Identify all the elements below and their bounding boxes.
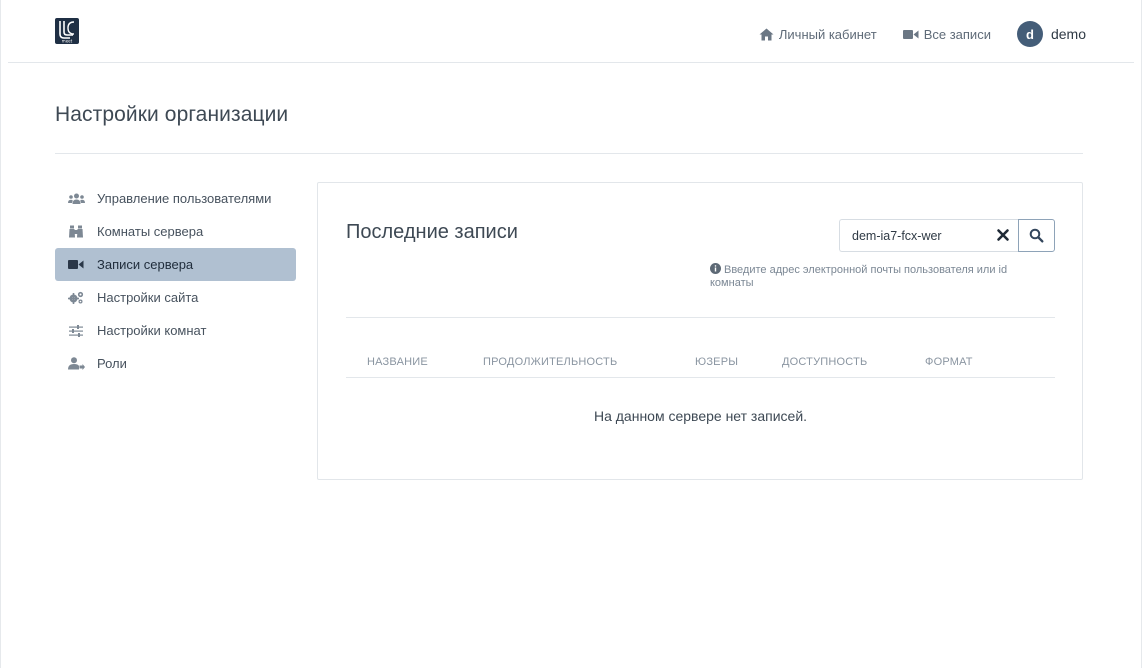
sidebar-item-label: Управление пользователями [97,191,272,206]
logo-mark-icon: meet [59,21,75,44]
info-icon [710,263,721,274]
sidebar-item-room-settings[interactable]: Настройки комнат [55,314,296,347]
sidebar-item-label: Роли [97,356,127,371]
column-header-users: ЮЗЕРЫ [695,356,739,368]
sidebar-item-label: Записи сервера [97,257,194,272]
cogs-icon [67,291,85,305]
column-header-format: ФОРМАТ [925,356,973,368]
avatar: d [1016,21,1043,47]
nav-personal-cabinet[interactable]: Личный кабинет [759,27,877,42]
sidebar-item-users[interactable]: Управление пользователями [55,182,296,215]
sidebar-item-label: Комнаты сервера [97,224,204,239]
sidebar-item-label: Настройки сайта [97,290,199,305]
sliders-icon [67,324,85,338]
video-camera-icon [902,29,919,39]
card-divider [346,317,1055,318]
top-navbar: meet Личный кабинет Все записи d demo [8,0,1134,63]
sidebar-item-server-rooms[interactable]: Комнаты сервера [55,215,296,248]
settings-sidebar: Управление пользователями Комнаты сервер… [55,182,296,380]
column-header-duration: ПРОДОЛЖИТЕЛЬНОСТЬ [483,356,618,368]
app-logo[interactable]: meet [55,18,79,44]
nav-personal-cabinet-label: Личный кабинет [778,26,877,42]
page-title: Настройки организации [55,103,289,126]
title-divider [55,153,1083,154]
binoculars-icon [67,225,85,239]
search-hint: Введите адрес электронной почты пользова… [710,263,1040,290]
column-header-name: НАЗВАНИЕ [367,356,428,368]
clear-search-icon[interactable] [996,228,1010,245]
logo-text: meet [62,39,73,44]
user-roles-icon [67,357,85,371]
column-header-visibility: ДОСТУПНОСТЬ [782,356,868,368]
search-icon [1029,228,1044,243]
nav-all-recordings-label: Все записи [923,26,991,42]
search-hint-text: Введите адрес электронной почты пользова… [710,264,1008,289]
recordings-search-input[interactable]: dem-ia7-fcx-wer [839,219,1018,252]
sidebar-item-site-settings[interactable]: Настройки сайта [55,281,296,314]
users-icon [67,192,85,206]
top-nav: Личный кабинет Все записи d demo [733,20,1086,48]
empty-state-message: На данном сервере нет записей. [593,408,808,424]
user-menu[interactable]: d demo [1016,21,1086,47]
video-camera-icon [67,258,85,272]
nav-all-recordings[interactable]: Все записи [902,26,991,42]
sidebar-item-label: Настройки комнат [97,323,207,338]
home-icon [759,28,774,40]
search-input-value: dem-ia7-fcx-wer [852,228,942,243]
search-button[interactable] [1018,219,1055,252]
user-name: demo [1050,26,1086,42]
recordings-card: Последние записи dem-ia7-fcx-wer Введите… [317,182,1083,480]
recordings-table-header: НАЗВАНИЕ ПРОДОЛЖИТЕЛЬНОСТЬ ЮЗЕРЫ ДОСТУПН… [346,354,1055,378]
sidebar-item-server-recordings[interactable]: Записи сервера [55,248,296,281]
recordings-title: Последние записи [346,221,518,243]
sidebar-item-roles[interactable]: Роли [55,347,296,380]
